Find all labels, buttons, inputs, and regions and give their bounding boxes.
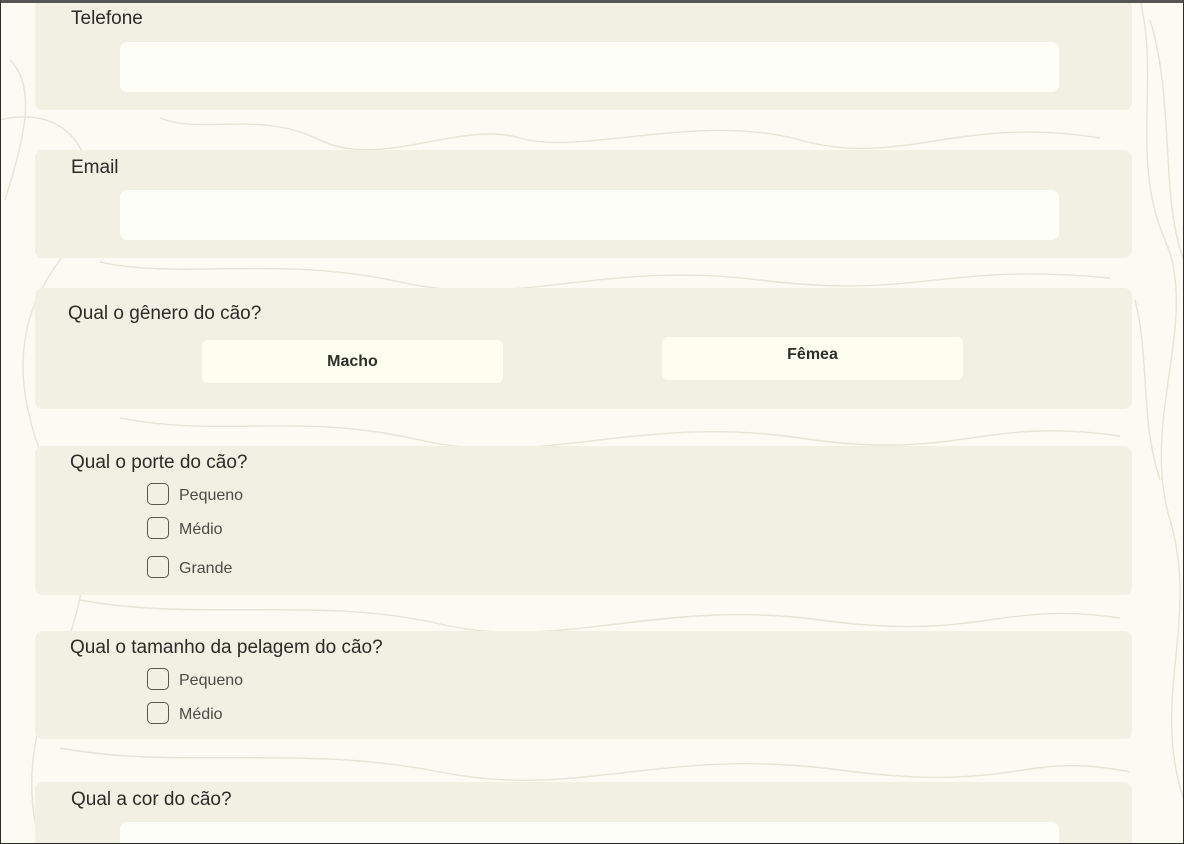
male-button[interactable]: Macho xyxy=(202,340,503,383)
size-medium-label: Médio xyxy=(179,520,223,538)
size-large-checkbox[interactable] xyxy=(147,556,169,578)
size-medium-checkbox[interactable] xyxy=(147,517,169,539)
color-card: Qual a cor do cão? xyxy=(35,782,1132,844)
coat-question: Qual o tamanho da pelagem do cão? xyxy=(70,637,383,658)
gender-question: Qual o gênero do cão? xyxy=(68,303,262,324)
size-option-small[interactable]: Pequeno xyxy=(147,481,243,507)
color-input[interactable] xyxy=(120,822,1059,844)
coat-small-label: Pequeno xyxy=(179,671,244,689)
female-button-label: Fêmea xyxy=(787,346,838,363)
gender-card: Qual o gênero do cão? Macho Fêmea xyxy=(35,288,1132,409)
email-input[interactable] xyxy=(120,190,1059,240)
size-option-large[interactable]: Grande xyxy=(147,554,232,580)
male-button-label: Macho xyxy=(327,353,378,370)
coat-card: Qual o tamanho da pelagem do cão? Pequen… xyxy=(35,631,1132,739)
size-small-checkbox[interactable] xyxy=(147,483,169,505)
size-option-medium[interactable]: Médio xyxy=(147,515,223,541)
phone-card: Telefone xyxy=(35,0,1132,110)
coat-small-checkbox[interactable] xyxy=(147,668,169,690)
coat-option-medium[interactable]: Médio xyxy=(147,700,223,726)
female-button[interactable]: Fêmea xyxy=(662,337,963,380)
size-small-label: Pequeno xyxy=(179,486,244,504)
color-question: Qual a cor do cão? xyxy=(71,789,232,810)
email-card: Email xyxy=(35,150,1132,258)
coat-option-small[interactable]: Pequeno xyxy=(147,666,243,692)
size-card: Qual o porte do cão? Pequeno Médio Grand… xyxy=(35,446,1132,595)
phone-input[interactable] xyxy=(120,42,1059,92)
size-question: Qual o porte do cão? xyxy=(70,452,248,473)
size-large-label: Grande xyxy=(179,559,233,577)
coat-medium-checkbox[interactable] xyxy=(147,702,169,724)
coat-medium-label: Médio xyxy=(179,705,223,723)
phone-label: Telefone xyxy=(71,8,143,29)
email-label: Email xyxy=(71,157,119,178)
